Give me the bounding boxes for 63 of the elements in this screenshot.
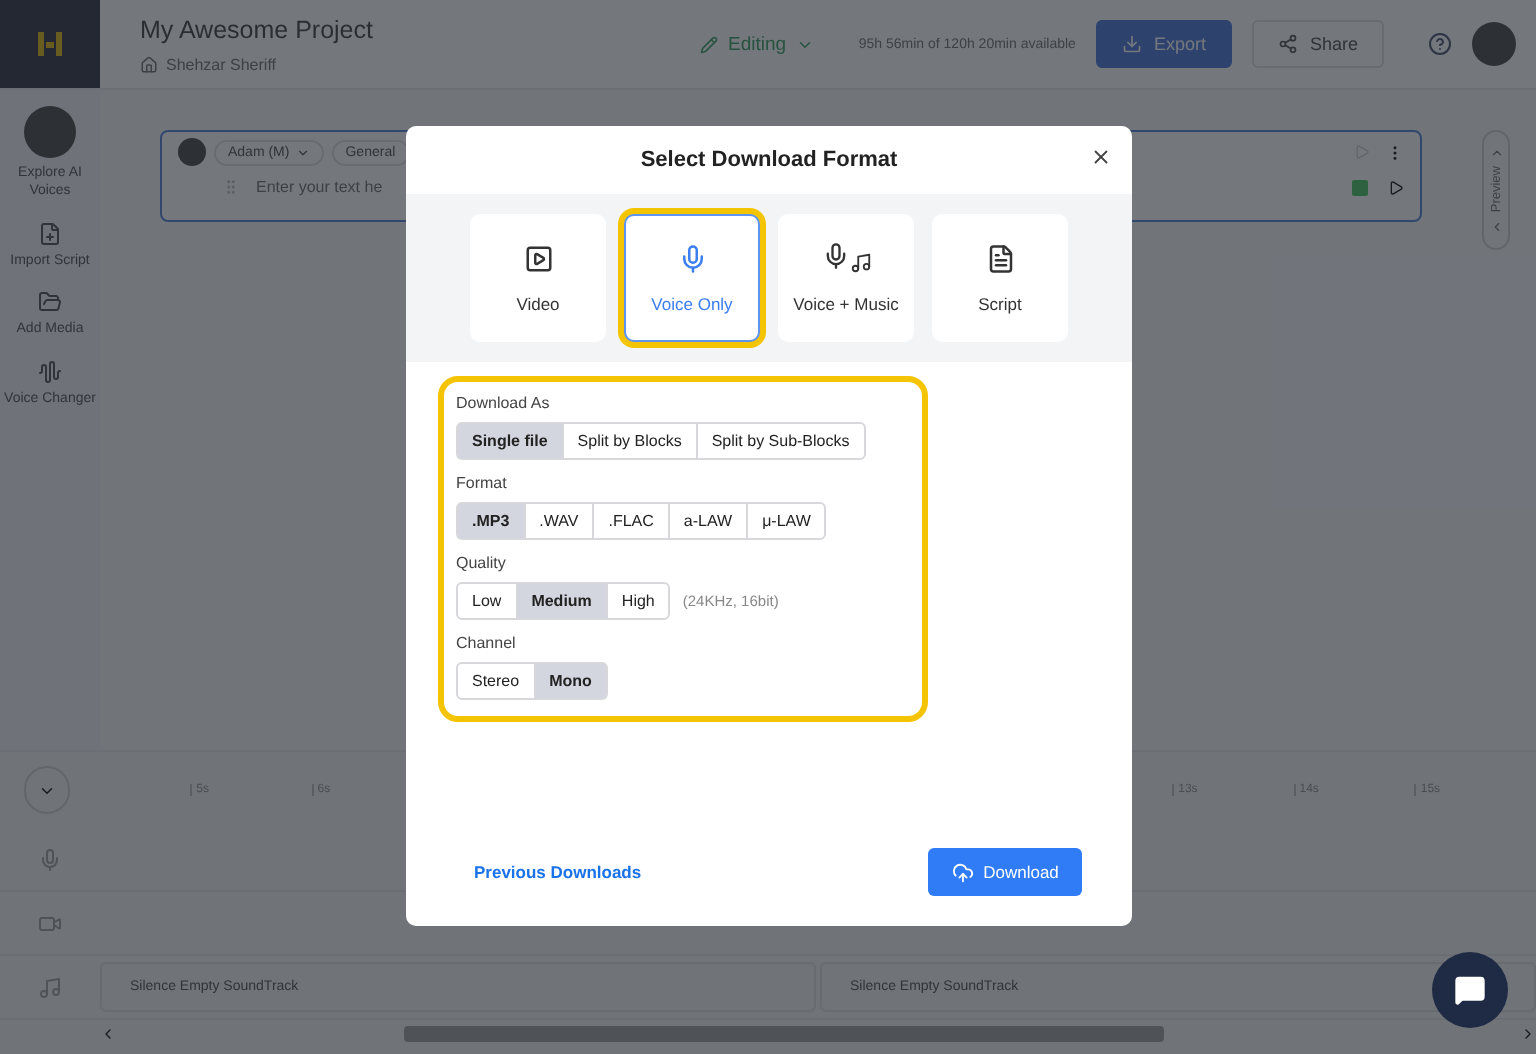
format-option[interactable]: Script [932, 214, 1068, 342]
option-choice[interactable]: Mono [533, 662, 608, 700]
voice-avatar [178, 138, 206, 166]
option-choice[interactable]: .MP3 [456, 502, 526, 540]
scroll-right-icon[interactable] [1520, 1026, 1536, 1042]
mic-music-icon [821, 242, 871, 274]
video-camera-icon [38, 911, 62, 935]
option-choice[interactable]: Split by Sub-Blocks [695, 422, 866, 460]
play-icon[interactable] [1388, 179, 1404, 195]
document-icon [985, 243, 1015, 273]
logo[interactable] [0, 0, 100, 88]
chevron-down-icon [295, 145, 310, 159]
option-choice[interactable]: Single file [456, 422, 564, 460]
file-plus-icon [38, 221, 62, 246]
option-label: Download As [456, 394, 552, 412]
music-note-icon [38, 975, 62, 999]
waveform-icon [38, 359, 62, 384]
chevron-up-icon [1489, 146, 1503, 161]
option-label: Format [456, 474, 509, 492]
chevron-left-icon [1489, 219, 1503, 234]
option-choice[interactable]: .WAV [523, 502, 595, 540]
option-choice[interactable]: Medium [515, 582, 608, 620]
format-option-label: Voice + Music [793, 294, 899, 314]
mic-icon [38, 847, 62, 871]
download-icon [1121, 34, 1142, 54]
format-option-label: Script [978, 293, 1022, 313]
option-choice[interactable]: μ-LAW [746, 502, 827, 540]
project-title: My Awesome Project [140, 15, 375, 43]
mic-icon [677, 243, 707, 273]
chat-icon [1454, 974, 1486, 1006]
option-choice[interactable]: Low [456, 582, 518, 620]
option-choice[interactable]: .FLAC [592, 502, 670, 540]
share-icon [1277, 34, 1298, 54]
close-button[interactable] [1090, 146, 1112, 168]
logo-icon [34, 28, 66, 60]
option-choice[interactable]: Split by Blocks [561, 422, 698, 460]
format-option-label: Voice Only [651, 293, 733, 313]
download-button[interactable]: Download [928, 848, 1082, 896]
option-label: Quality [456, 554, 508, 572]
close-icon [1090, 146, 1112, 168]
option-label: Channel [456, 634, 518, 652]
share-button[interactable]: Share [1251, 20, 1384, 68]
folder-icon [38, 290, 62, 315]
format-option[interactable]: Voice Only [624, 214, 760, 342]
user-avatar[interactable] [1472, 22, 1516, 66]
format-option[interactable]: Voice + Music [778, 214, 914, 342]
status-square-icon [1352, 179, 1368, 195]
option-choice[interactable]: High [605, 582, 671, 620]
pencil-icon [700, 35, 718, 53]
format-option-label: Video [516, 293, 560, 313]
home-icon [140, 55, 158, 73]
avatar-circle [24, 106, 76, 158]
format-option[interactable]: Video [470, 214, 606, 342]
option-choice[interactable]: Stereo [456, 662, 536, 700]
dialog-title: Select Download Format [640, 148, 898, 172]
scrollbar-thumb[interactable] [404, 1026, 1164, 1042]
help-icon[interactable] [1428, 32, 1452, 56]
drag-handle-icon[interactable] [222, 178, 240, 196]
cloud-upload-icon [951, 861, 974, 883]
previous-downloads-link[interactable]: Previous Downloads [474, 862, 642, 882]
play-screen-icon [523, 243, 553, 273]
option-choice[interactable]: a-LAW [667, 502, 749, 540]
scroll-left-icon[interactable] [100, 1026, 116, 1042]
